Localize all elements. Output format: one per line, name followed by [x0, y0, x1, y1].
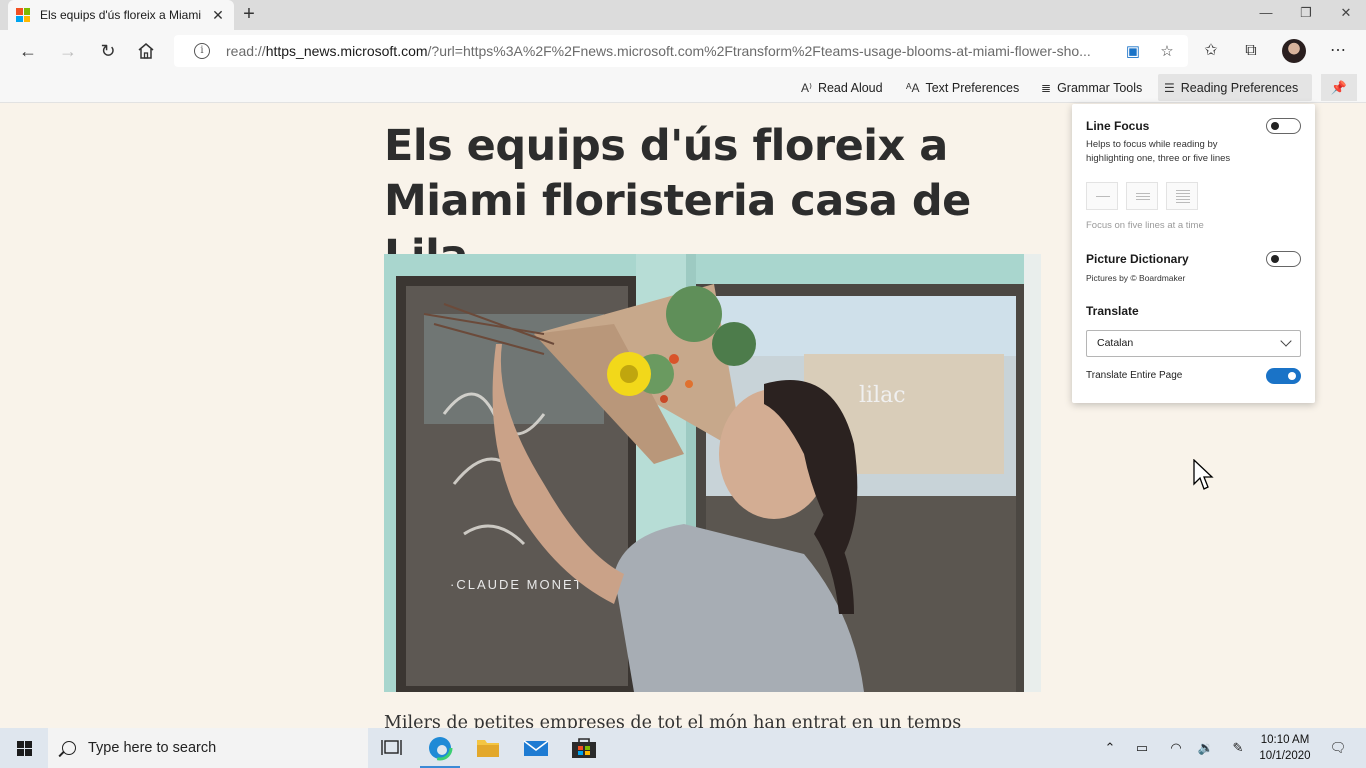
- article: Els equips d'ús floreix a Miami floriste…: [384, 103, 1044, 728]
- line-focus-note: Focus on five lines at a time: [1086, 220, 1204, 231]
- start-button[interactable]: [0, 728, 48, 768]
- file-explorer-button[interactable]: [464, 728, 512, 768]
- refresh-icon[interactable]: ↻: [93, 36, 123, 66]
- home-button[interactable]: [131, 36, 161, 66]
- navigation-bar: ← → ↻ i read://https_news.microsoft.com/…: [0, 30, 1366, 72]
- home-icon: [138, 43, 154, 59]
- read-aloud-label: Read Aloud: [817, 80, 883, 95]
- woman-with-flowers-image: ·CLAUDE MONET· lilac: [384, 254, 1041, 692]
- mail-icon: [523, 740, 549, 756]
- window-lettering: ·CLAUDE MONET·: [450, 577, 590, 592]
- picture-dictionary-title: Picture Dictionary: [1086, 252, 1189, 266]
- forward-arrow-icon[interactable]: →: [53, 36, 83, 66]
- translate-title: Translate: [1086, 304, 1139, 318]
- show-hidden-icons-chevron-icon[interactable]: ⌃: [1100, 728, 1120, 768]
- reading-preferences-icon: ☰: [1164, 80, 1175, 95]
- system-clock[interactable]: 10:10 AM 10/1/2020: [1250, 732, 1320, 764]
- url-text[interactable]: read://https_news.microsoft.com/?url=htt…: [226, 43, 1110, 59]
- text-preferences-button[interactable]: ᴬA Text Preferences: [900, 74, 1025, 101]
- more-options-icon[interactable]: ⋯: [1323, 36, 1353, 66]
- url-prefix: read://: [226, 43, 266, 59]
- mouse-cursor-icon: [1193, 459, 1214, 490]
- store-button[interactable]: [560, 728, 608, 768]
- url-host: https_news.microsoft.com: [265, 43, 428, 59]
- translate-entire-page-toggle[interactable]: [1266, 368, 1301, 384]
- article-body-text: Milers de petites empreses de tot el món…: [384, 713, 962, 728]
- collections-icon[interactable]: ⧉: [1236, 36, 1266, 66]
- reader-toolbar: A⁾ Read Aloud ᴬA Text Preferences ≣ Gram…: [0, 72, 1366, 103]
- back-arrow-icon[interactable]: ←: [13, 36, 43, 66]
- close-tab-icon[interactable]: ✕: [210, 7, 226, 24]
- focus-five-lines-button[interactable]: [1166, 182, 1198, 210]
- add-favorite-icon[interactable]: ☆: [1156, 42, 1178, 60]
- language-select[interactable]: Catalan: [1086, 330, 1301, 357]
- clock-time: 10:10 AM: [1260, 734, 1310, 746]
- pin-toolbar-button[interactable]: 📌: [1321, 74, 1357, 101]
- article-photo: ·CLAUDE MONET· lilac: [384, 254, 1041, 692]
- title-bar: Els equips d'ús floreix a Miami ✕ + — ❐ …: [0, 0, 1366, 30]
- browser-tab[interactable]: Els equips d'ús floreix a Miami ✕: [8, 0, 234, 30]
- favorites-icon[interactable]: ✩: [1196, 36, 1226, 66]
- picture-dictionary-credit: Pictures by © Boardmaker: [1086, 273, 1186, 283]
- mail-button[interactable]: [512, 728, 560, 768]
- text-preferences-icon: ᴬA: [906, 80, 920, 95]
- selected-language: Catalan: [1097, 337, 1134, 349]
- taskbar-search[interactable]: Type here to search: [48, 728, 368, 768]
- action-center-icon[interactable]: 🗨: [1326, 728, 1350, 768]
- minimize-button[interactable]: —: [1246, 0, 1286, 30]
- wifi-icon[interactable]: ◠: [1164, 728, 1188, 768]
- tab-title: Els equips d'ús floreix a Miami: [40, 8, 202, 22]
- reading-preferences-button[interactable]: ☰ Reading Preferences: [1158, 74, 1312, 101]
- new-tab-button[interactable]: +: [238, 3, 260, 27]
- edge-browser-icon: [427, 735, 453, 761]
- profile-avatar[interactable]: [1282, 39, 1306, 63]
- translate-entire-page-label: Translate Entire Page: [1086, 370, 1183, 381]
- info-icon[interactable]: i: [194, 43, 210, 59]
- task-view-icon: [381, 740, 402, 755]
- volume-icon[interactable]: 🔉: [1194, 728, 1218, 768]
- chevron-down-icon: [1280, 335, 1292, 347]
- focus-three-lines-button[interactable]: [1126, 182, 1158, 210]
- microsoft-logo-icon: [16, 8, 30, 22]
- grammar-tools-icon: ≣: [1041, 80, 1052, 95]
- clock-date: 10/1/2020: [1259, 750, 1311, 762]
- restore-button[interactable]: ❐: [1286, 0, 1326, 30]
- search-icon: [62, 741, 76, 755]
- close-window-button[interactable]: ✕: [1326, 0, 1366, 30]
- folder-icon: [477, 740, 499, 757]
- line-focus-toggle[interactable]: [1266, 118, 1301, 134]
- reading-preferences-label: Reading Preferences: [1180, 80, 1299, 95]
- grammar-tools-button[interactable]: ≣ Grammar Tools: [1035, 74, 1148, 101]
- read-aloud-button[interactable]: A⁾ Read Aloud: [795, 74, 889, 101]
- line-focus-title: Line Focus: [1086, 119, 1150, 133]
- text-preferences-label: Text Preferences: [925, 80, 1020, 95]
- windows-logo-icon: [17, 741, 32, 756]
- taskbar: Type here to search ⌃ ▭ ◠ 🔉 ✎ 10:10 AM 1…: [0, 728, 1366, 768]
- focus-one-line-button[interactable]: [1086, 182, 1118, 210]
- storefront-sign-text: lilac: [859, 383, 906, 408]
- pin-icon: 📌: [1330, 80, 1348, 95]
- reading-preferences-panel: Line Focus Helps to focus while reading …: [1072, 104, 1315, 403]
- pen-workspace-icon[interactable]: ✎: [1226, 728, 1250, 768]
- task-view-button[interactable]: [368, 728, 416, 768]
- store-bag-icon: [572, 738, 596, 758]
- search-placeholder: Type here to search: [88, 740, 217, 756]
- battery-icon[interactable]: ▭: [1130, 728, 1154, 768]
- grammar-tools-label: Grammar Tools: [1057, 80, 1143, 95]
- edge-taskbar-button[interactable]: [416, 728, 464, 768]
- line-focus-description: Helps to focus while reading by highligh…: [1086, 139, 1231, 164]
- url-path: /?url=https%3A%2F%2Fnews.microsoft.com%2…: [427, 43, 1091, 59]
- read-aloud-icon: A⁾: [801, 80, 812, 95]
- immersive-reader-icon[interactable]: ▣: [1122, 42, 1144, 60]
- picture-dictionary-toggle[interactable]: [1266, 251, 1301, 267]
- address-bar[interactable]: i read://https_news.microsoft.com/?url=h…: [174, 35, 1188, 67]
